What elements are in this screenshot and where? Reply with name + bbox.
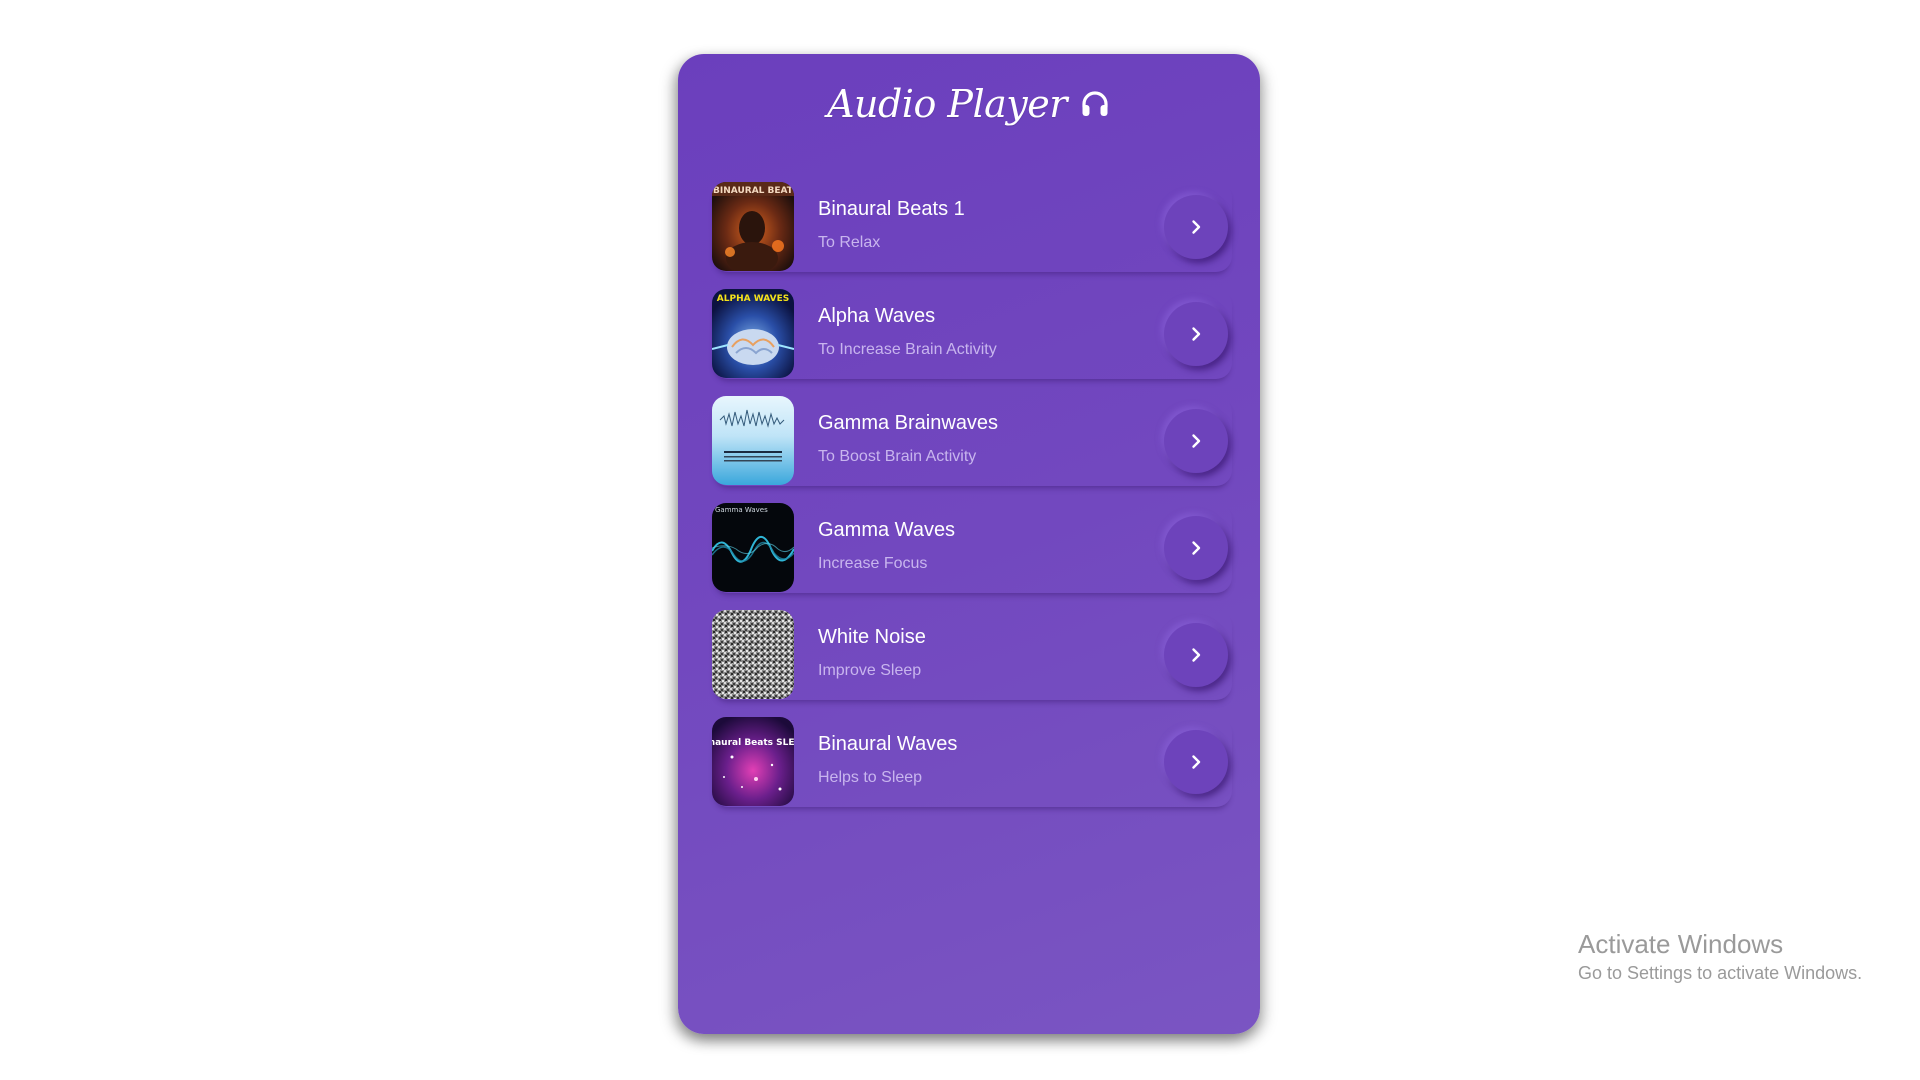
- chevron-right-icon: [1192, 434, 1201, 448]
- track-title: Alpha Waves: [818, 305, 936, 327]
- track-title: Gamma Brainwaves: [818, 412, 999, 434]
- track-thumbnail: [712, 610, 794, 699]
- open-track-button[interactable]: [1164, 195, 1228, 259]
- track-item-gamma-waves[interactable]: Gamma Waves Gamma Waves Increase Focus: [712, 503, 1232, 593]
- track-title: Gamma Waves: [818, 519, 956, 541]
- thumbnail-caption: BINAURAL BEAT: [713, 186, 794, 196]
- thumbnail-caption: ALPHA WAVES: [717, 294, 789, 304]
- track-thumbnail: Binaural Beats SLEEP: [712, 717, 794, 806]
- track-list: BINAURAL BEAT Binaural Beats 1 To Relax: [712, 182, 1232, 824]
- track-title: Binaural Beats 1: [818, 198, 965, 220]
- headphones-icon: [1082, 91, 1108, 116]
- chevron-right-icon: [1192, 541, 1201, 555]
- track-subtitle: Improve Sleep: [818, 662, 922, 679]
- chevron-right-icon: [1192, 648, 1201, 662]
- thumbnail-caption: Gamma Waves: [715, 506, 768, 514]
- track-title: Binaural Waves: [818, 733, 958, 755]
- open-track-button[interactable]: [1164, 516, 1228, 580]
- track-thumbnail: ALPHA WAVES: [712, 289, 794, 378]
- track-thumbnail: BINAURAL BEAT: [712, 182, 794, 271]
- page: Audio Player BINAURAL BEAT Binaural Beat…: [0, 0, 1920, 1080]
- open-track-button[interactable]: [1164, 302, 1228, 366]
- player-header: Audio Player: [678, 74, 1260, 134]
- thumbnail-caption: Binaural Beats SLEEP: [712, 738, 794, 748]
- track-item-alpha-waves[interactable]: ALPHA WAVES Alpha Waves To Increase Brai…: [712, 289, 1232, 379]
- track-thumbnail: Gamma Waves: [712, 503, 794, 592]
- track-item-white-noise[interactable]: White Noise Improve Sleep: [712, 610, 1232, 700]
- track-title: White Noise: [818, 626, 926, 648]
- chevron-right-icon: [1192, 220, 1201, 234]
- windows-activation-watermark: Activate Windows Go to Settings to activ…: [1578, 928, 1862, 986]
- track-subtitle: To Increase Brain Activity: [818, 341, 997, 358]
- track-item-gamma-brainwaves[interactable]: Gamma Brainwaves To Boost Brain Activity: [712, 396, 1232, 486]
- open-track-button[interactable]: [1164, 730, 1228, 794]
- open-track-button[interactable]: [1164, 623, 1228, 687]
- chevron-right-icon: [1192, 755, 1201, 769]
- track-subtitle: To Boost Brain Activity: [818, 448, 977, 465]
- track-subtitle: Increase Focus: [818, 555, 928, 572]
- track-subtitle: To Relax: [818, 234, 881, 251]
- track-item-binaural-beats-1[interactable]: BINAURAL BEAT Binaural Beats 1 To Relax: [712, 182, 1232, 272]
- track-thumbnail: [712, 396, 794, 485]
- app-title: Audio Player: [827, 82, 1067, 126]
- watermark-title: Activate Windows: [1578, 929, 1784, 959]
- audio-player-card: Audio Player BINAURAL BEAT Binaural Beat…: [678, 54, 1260, 1034]
- track-item-binaural-waves[interactable]: Binaural Beats SLEEP Binaural Waves Help…: [712, 717, 1232, 807]
- watermark-subtitle: Go to Settings to activate Windows.: [1578, 963, 1863, 983]
- track-subtitle: Helps to Sleep: [818, 769, 923, 786]
- chevron-right-icon: [1192, 327, 1201, 341]
- open-track-button[interactable]: [1164, 409, 1228, 473]
